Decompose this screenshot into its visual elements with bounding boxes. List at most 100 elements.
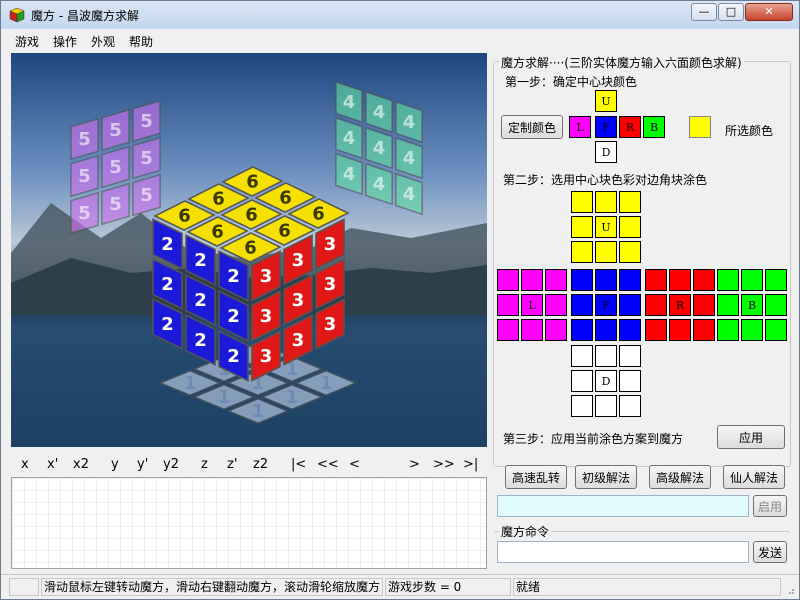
menu-operation[interactable]: 操作	[53, 33, 77, 50]
move-log-area[interactable]	[11, 477, 487, 569]
rotate-x-prime-button[interactable]: x'	[47, 457, 58, 472]
rotate-y-prime-button[interactable]: y'	[137, 457, 148, 472]
net-cell-f[interactable]	[619, 319, 641, 341]
step-back-button[interactable]: <	[349, 457, 360, 472]
net-cell-u[interactable]	[619, 241, 641, 263]
top-sticker-label: 6	[278, 221, 291, 242]
rotate-z2-button[interactable]: z2	[253, 457, 268, 472]
net-cell-b[interactable]	[717, 269, 739, 291]
status-state: 就绪	[513, 578, 781, 596]
net-cell-d[interactable]	[571, 395, 593, 417]
first-step-button[interactable]: |<	[291, 457, 306, 472]
rotate-y-button[interactable]: y	[111, 457, 119, 472]
net-cell-d[interactable]	[571, 345, 593, 367]
advanced-solve-button[interactable]: 高级解法	[649, 465, 711, 489]
command-input[interactable]	[497, 541, 749, 563]
net-cell-r[interactable]	[693, 269, 715, 291]
resize-grip-icon[interactable]	[785, 585, 795, 595]
net-cell-u[interactable]	[595, 191, 617, 213]
apply-button[interactable]: 应用	[717, 425, 785, 449]
solution-output-field[interactable]	[497, 495, 749, 517]
net-cell-u[interactable]	[571, 191, 593, 213]
net-cell-r[interactable]	[669, 319, 691, 341]
maximize-button[interactable]: □	[718, 3, 744, 21]
fast-forward-button[interactable]: >>	[433, 457, 455, 472]
center-color-front[interactable]: F	[595, 116, 617, 138]
net-cell-r[interactable]	[693, 294, 715, 316]
net-cell-f[interactable]	[571, 319, 593, 341]
net-cell-f[interactable]	[595, 269, 617, 291]
center-color-left[interactable]: L	[569, 116, 591, 138]
net-cell-f[interactable]	[595, 319, 617, 341]
rotate-x2-button[interactable]: x2	[73, 457, 89, 472]
net-cell-f[interactable]	[571, 294, 593, 316]
net-cell-b[interactable]	[717, 294, 739, 316]
net-cell-l[interactable]	[521, 269, 543, 291]
center-color-up[interactable]: U	[595, 90, 617, 112]
net-cell-d[interactable]	[595, 345, 617, 367]
menu-appearance[interactable]: 外观	[91, 33, 115, 50]
net-cell-b[interactable]	[765, 269, 787, 291]
net-cell-l[interactable]	[545, 294, 567, 316]
net-cell-r[interactable]	[645, 294, 667, 316]
send-button[interactable]: 发送	[753, 541, 787, 563]
net-cell-b[interactable]: B	[741, 294, 763, 316]
net-cell-u[interactable]	[571, 241, 593, 263]
menu-help[interactable]: 帮助	[129, 33, 153, 50]
bottom-ghost-sticker-label: 1	[252, 401, 265, 422]
center-color-down[interactable]: D	[595, 141, 617, 163]
last-step-button[interactable]: >|	[463, 457, 478, 472]
step-forward-button[interactable]: >	[409, 457, 420, 472]
net-cell-f[interactable]	[619, 269, 641, 291]
net-cell-u[interactable]: U	[595, 216, 617, 238]
cube-3d-viewport[interactable]: 555555555 444444444 111111111 666666666 …	[11, 53, 487, 447]
net-cell-u[interactable]	[619, 191, 641, 213]
net-cell-f[interactable]	[619, 294, 641, 316]
net-cell-l[interactable]	[545, 319, 567, 341]
net-cell-d[interactable]	[595, 395, 617, 417]
rotate-y2-button[interactable]: y2	[163, 457, 179, 472]
net-cell-f[interactable]: F	[595, 294, 617, 316]
scramble-button[interactable]: 高速乱转	[505, 465, 567, 489]
net-cell-l[interactable]	[497, 269, 519, 291]
left-ghost-sticker-label: 5	[140, 148, 153, 169]
close-button[interactable]: ✕	[745, 3, 793, 21]
fast-back-button[interactable]: <<	[317, 457, 339, 472]
net-cell-r[interactable]	[645, 319, 667, 341]
fairy-solve-button[interactable]: 仙人解法	[723, 465, 785, 489]
net-cell-d[interactable]	[619, 345, 641, 367]
net-cell-r[interactable]	[645, 269, 667, 291]
net-cell-b[interactable]	[717, 319, 739, 341]
net-cell-l[interactable]	[545, 269, 567, 291]
rotate-z-prime-button[interactable]: z'	[227, 457, 237, 472]
net-cell-d[interactable]: D	[595, 370, 617, 392]
net-cell-b[interactable]	[741, 269, 763, 291]
net-cell-l[interactable]	[497, 319, 519, 341]
net-cell-d[interactable]	[571, 370, 593, 392]
center-color-back[interactable]: B	[643, 116, 665, 138]
net-cell-r[interactable]: R	[669, 294, 691, 316]
net-cell-b[interactable]	[765, 319, 787, 341]
bottom-ghost-sticker-label: 1	[184, 373, 197, 394]
net-cell-b[interactable]	[765, 294, 787, 316]
net-cell-d[interactable]	[619, 370, 641, 392]
net-cell-l[interactable]: L	[521, 294, 543, 316]
net-cell-d[interactable]	[619, 395, 641, 417]
custom-color-button[interactable]: 定制颜色	[501, 115, 563, 139]
net-cell-u[interactable]	[619, 216, 641, 238]
net-cell-l[interactable]	[521, 319, 543, 341]
net-cell-r[interactable]	[669, 269, 691, 291]
enable-button[interactable]: 启用	[753, 495, 787, 517]
net-cell-b[interactable]	[741, 319, 763, 341]
net-cell-f[interactable]	[571, 269, 593, 291]
rotate-z-button[interactable]: z	[201, 457, 208, 472]
menu-game[interactable]: 游戏	[15, 33, 39, 50]
net-cell-u[interactable]	[571, 216, 593, 238]
net-cell-u[interactable]	[595, 241, 617, 263]
basic-solve-button[interactable]: 初级解法	[575, 465, 637, 489]
minimize-button[interactable]: —	[691, 3, 717, 21]
center-color-right[interactable]: R	[619, 116, 641, 138]
rotate-x-button[interactable]: x	[21, 457, 29, 472]
net-cell-l[interactable]	[497, 294, 519, 316]
net-cell-r[interactable]	[693, 319, 715, 341]
